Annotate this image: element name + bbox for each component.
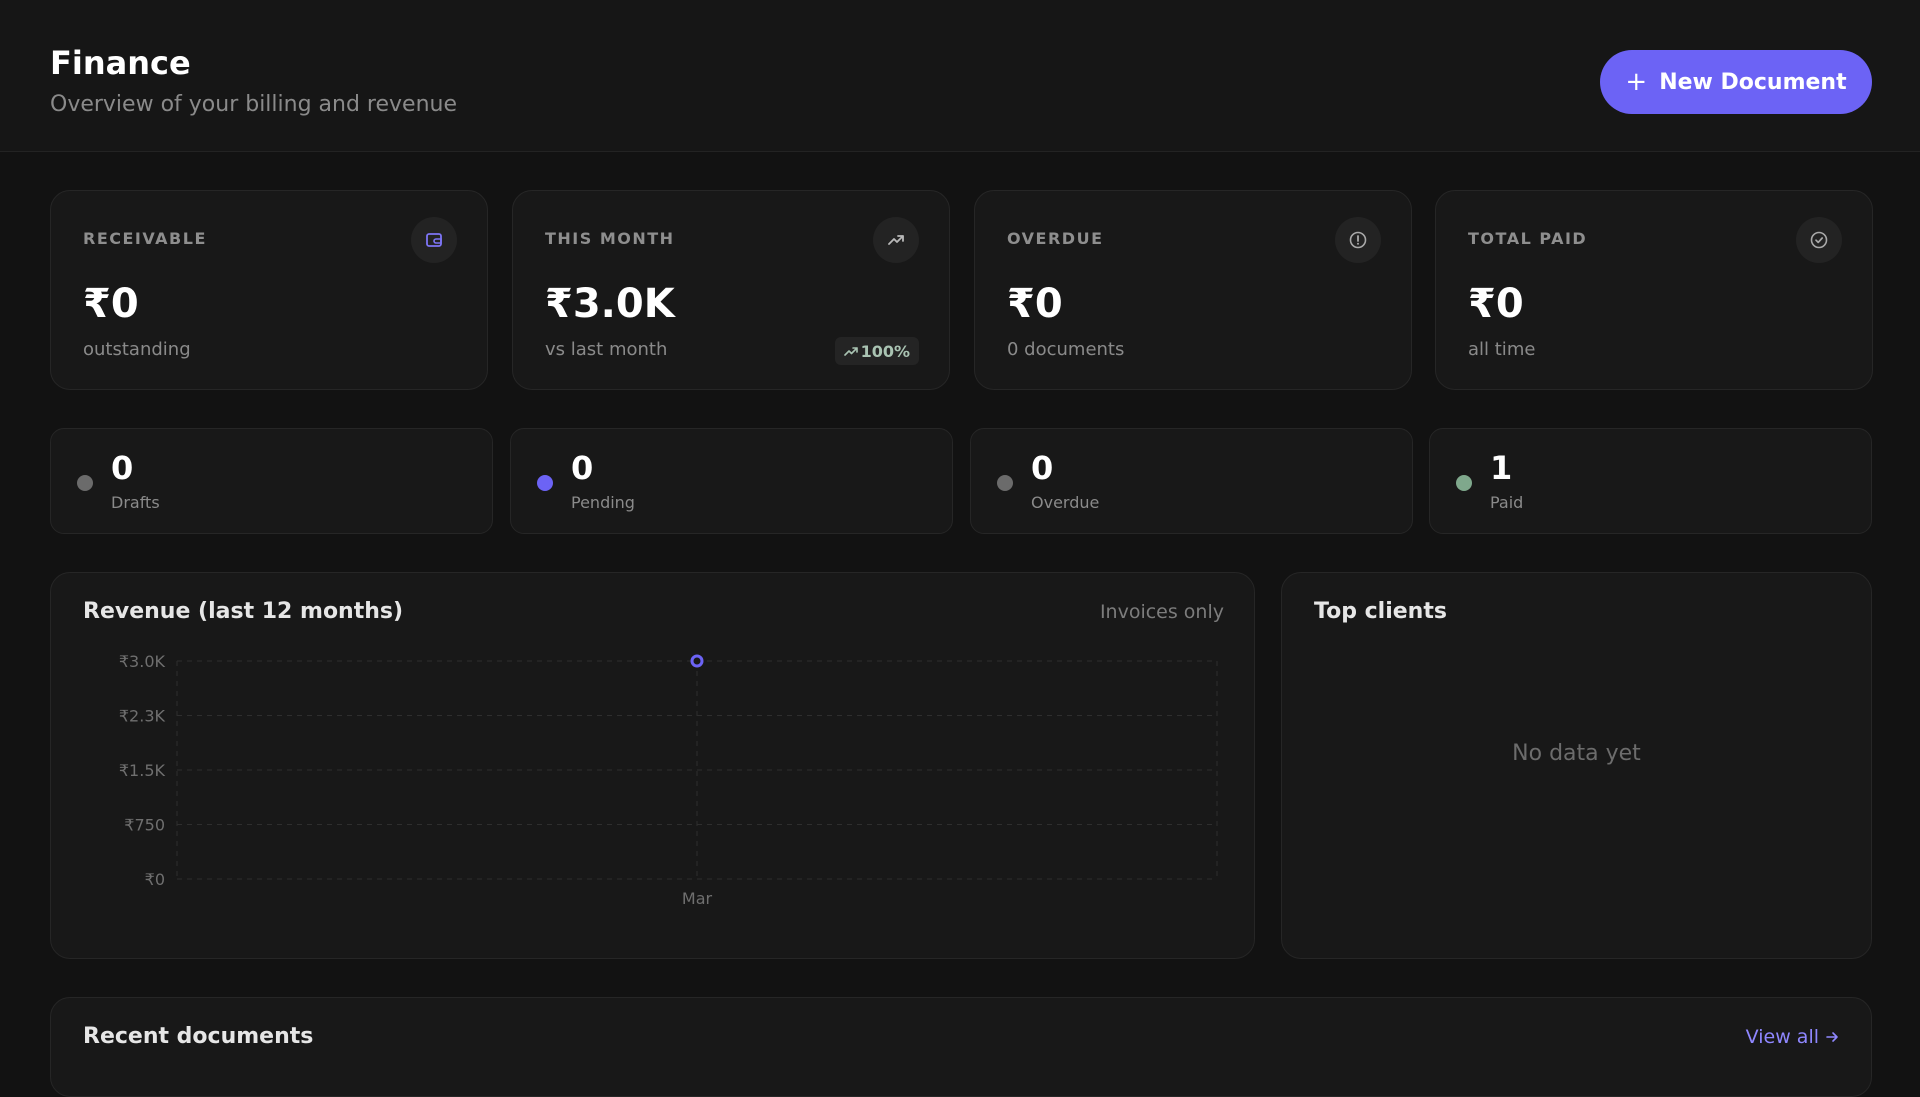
count-label: Overdue bbox=[1031, 493, 1100, 512]
count-value: 0 bbox=[1031, 449, 1054, 487]
stat-card-overdue: OVERDUE ₹0 0 documents bbox=[974, 190, 1412, 390]
recent-documents-panel: Recent documents View all bbox=[50, 997, 1872, 1097]
stat-card-receivable: RECEIVABLE ₹0 outstanding bbox=[50, 190, 488, 390]
stat-label: THIS MONTH bbox=[545, 229, 675, 248]
top-clients-title: Top clients bbox=[1314, 599, 1447, 624]
view-all-link[interactable]: View all bbox=[1746, 1026, 1839, 1048]
count-label: Paid bbox=[1490, 493, 1524, 512]
stat-card-this-month: THIS MONTH ₹3.0K vs last month 100% bbox=[512, 190, 950, 390]
stat-label: OVERDUE bbox=[1007, 229, 1104, 248]
wallet-icon bbox=[411, 217, 457, 263]
x-tick-label: Mar bbox=[682, 889, 713, 908]
count-label: Pending bbox=[571, 493, 635, 512]
revenue-panel: Revenue (last 12 months) Invoices only ₹… bbox=[50, 572, 1255, 959]
count-label: Drafts bbox=[111, 493, 160, 512]
count-value: 0 bbox=[571, 449, 594, 487]
y-tick-label: ₹2.3K bbox=[119, 707, 166, 726]
recent-documents-title: Recent documents bbox=[83, 1024, 314, 1049]
stat-card-total-paid: TOTAL PAID ₹0 all time bbox=[1435, 190, 1873, 390]
arrow-right-icon bbox=[1826, 1032, 1838, 1042]
stat-value: ₹0 bbox=[83, 281, 139, 327]
stat-label: RECEIVABLE bbox=[83, 229, 207, 248]
finance-page: Finance Overview of your billing and rev… bbox=[0, 0, 1920, 1097]
check-circle-icon bbox=[1796, 217, 1842, 263]
stat-value: ₹0 bbox=[1007, 281, 1063, 327]
plus-icon: + bbox=[1625, 67, 1648, 97]
new-document-button[interactable]: + New Document bbox=[1600, 50, 1872, 114]
status-dot bbox=[537, 475, 553, 491]
stat-value: ₹0 bbox=[1468, 281, 1524, 327]
empty-state-text: No data yet bbox=[1512, 741, 1641, 766]
alert-circle-icon bbox=[1335, 217, 1381, 263]
new-document-label: New Document bbox=[1659, 69, 1847, 95]
count-card-pending[interactable]: 0 Pending bbox=[510, 428, 953, 534]
trending-up-icon bbox=[873, 217, 919, 263]
y-tick-label: ₹3.0K bbox=[119, 652, 166, 671]
trend-badge: 100% bbox=[834, 337, 919, 365]
revenue-chart: ₹3.0K ₹2.3K ₹1.5K ₹750 ₹0 Mar bbox=[119, 652, 1218, 908]
stat-label: TOTAL PAID bbox=[1468, 229, 1588, 248]
count-value: 1 bbox=[1490, 449, 1513, 487]
data-point bbox=[690, 654, 704, 668]
top-clients-panel: Top clients No data yet bbox=[1281, 572, 1872, 959]
stat-subtext: all time bbox=[1468, 339, 1536, 360]
count-value: 0 bbox=[111, 449, 134, 487]
trend-up-icon bbox=[843, 347, 858, 356]
trend-badge-value: 100% bbox=[860, 341, 910, 361]
count-card-drafts[interactable]: 0 Drafts bbox=[50, 428, 493, 534]
page-header: Finance Overview of your billing and rev… bbox=[0, 0, 1920, 152]
stat-value: ₹3.0K bbox=[545, 281, 675, 327]
stat-subtext: vs last month bbox=[545, 339, 668, 360]
y-tick-label: ₹1.5K bbox=[119, 761, 166, 780]
status-dot bbox=[997, 475, 1013, 491]
count-card-paid[interactable]: 1 Paid bbox=[1429, 428, 1872, 534]
stat-subtext: outstanding bbox=[83, 339, 191, 360]
view-all-label: View all bbox=[1745, 1026, 1819, 1048]
page-subtitle: Overview of your billing and revenue bbox=[50, 92, 457, 117]
count-card-overdue[interactable]: 0 Overdue bbox=[970, 428, 1413, 534]
y-tick-label: ₹750 bbox=[124, 816, 165, 835]
stat-subtext: 0 documents bbox=[1007, 339, 1125, 360]
page-title: Finance bbox=[50, 44, 191, 82]
y-tick-label: ₹0 bbox=[145, 870, 165, 889]
status-dot bbox=[77, 475, 93, 491]
status-dot bbox=[1456, 475, 1472, 491]
